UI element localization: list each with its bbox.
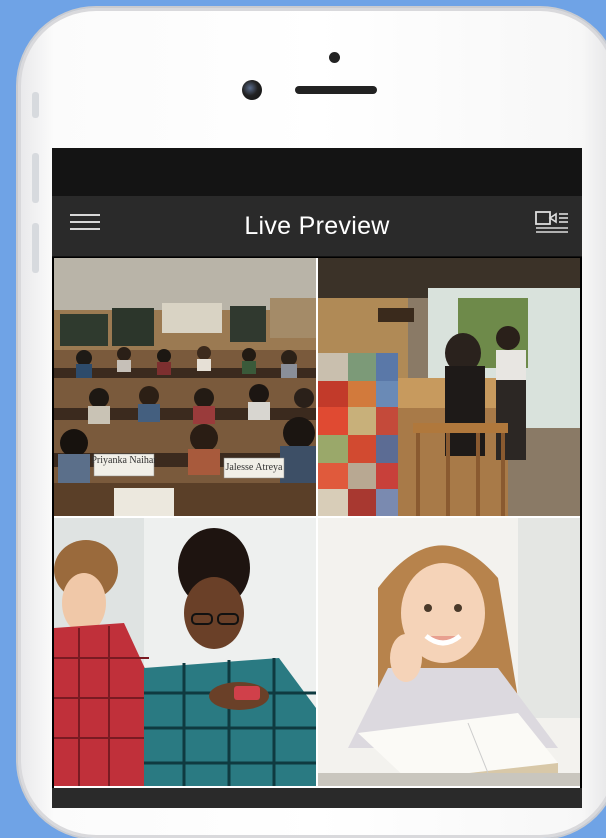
camera-feed-girl-reading[interactable] [318,518,580,786]
hamburger-menu-icon[interactable] [70,209,100,239]
bottom-toolbar [52,788,582,808]
page-title: Live Preview [244,211,390,240]
nameplate-2: Jalesse Atreya [226,462,283,473]
nameplate-1: Priyanka Naihar [91,455,157,466]
camera-feed-students[interactable] [54,518,316,786]
camera-grid: Priyanka Naihar Jalesse Atreya [54,258,580,788]
phone-screen: Live Preview Priyanka Naihar Jalesse Atr… [52,148,582,808]
camera-list-icon[interactable] [534,206,570,236]
app-header: Live Preview [52,196,582,257]
camera-feed-cafe[interactable] [318,258,580,516]
volume-down-button [32,223,39,273]
mute-switch [32,92,39,118]
camera-feed-lecture-hall[interactable]: Priyanka Naihar Jalesse Atreya [54,258,316,516]
front-camera [242,80,262,100]
status-bar [52,148,582,196]
earpiece-speaker [295,86,377,94]
volume-up-button [32,153,39,203]
proximity-sensor [329,52,340,63]
